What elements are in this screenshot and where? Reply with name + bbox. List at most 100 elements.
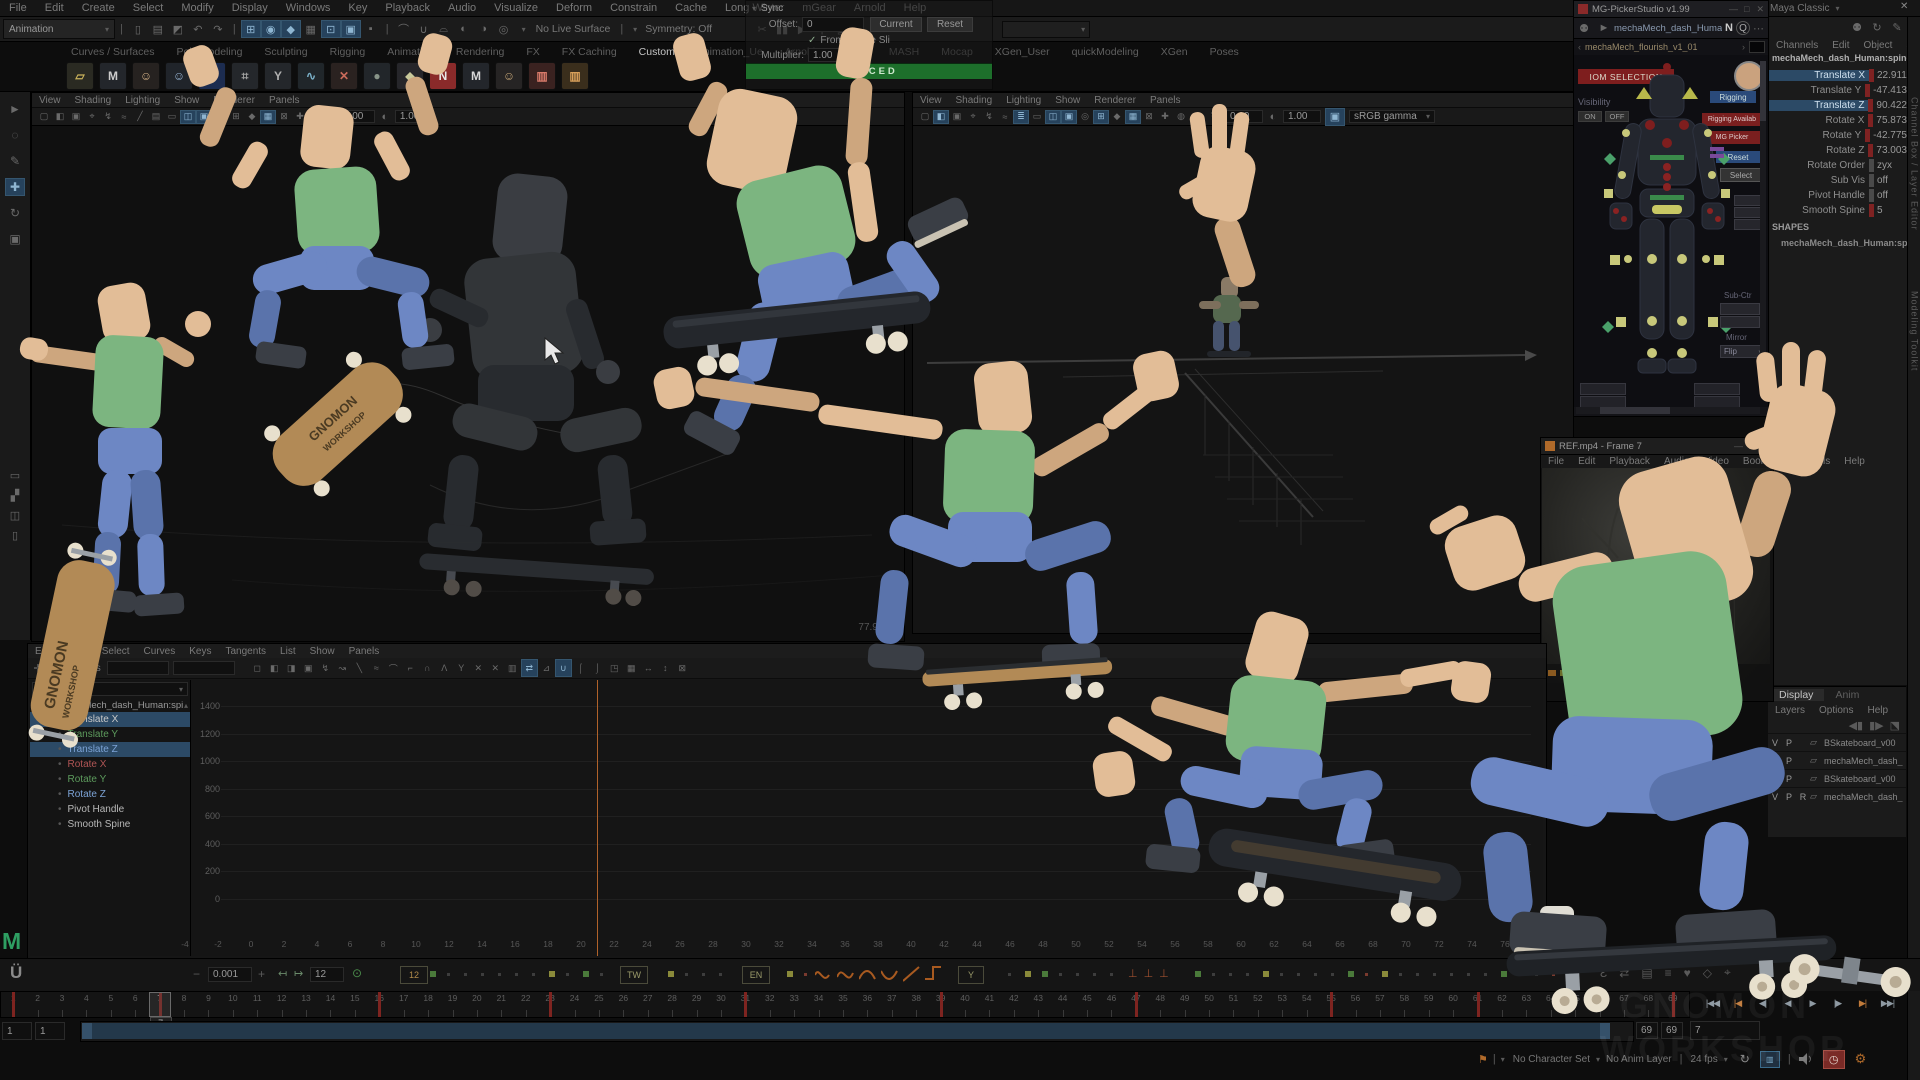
refresh-icon[interactable]: ↻ — [1205, 108, 1225, 126]
new-scene-icon[interactable]: ▯ — [128, 20, 148, 38]
undo-icon[interactable]: ↶ — [188, 20, 208, 38]
snap-view-icon[interactable]: ⊡ — [321, 20, 341, 38]
layout-outliner-icon[interactable]: ▯ — [5, 528, 25, 542]
viewport-icon[interactable]: ◆ — [1109, 110, 1125, 124]
ge-channel-pin-icon[interactable]: • — [58, 819, 62, 830]
ge-tool-icon[interactable]: ↝ — [334, 659, 351, 677]
animbot-dot-button[interactable] — [1484, 973, 1487, 976]
vp-right-menu-panels[interactable]: Panels — [1143, 95, 1188, 106]
shelf-tab-animation[interactable]: Animation — [376, 46, 445, 58]
ge-tool-icon[interactable]: ⊠ — [674, 659, 691, 677]
ge-tool-icon[interactable]: ∩ — [419, 659, 436, 677]
viewport-icon[interactable]: ↯ — [981, 110, 997, 124]
menubar-item-visualize[interactable]: Visualize — [485, 2, 547, 14]
viewport-icon[interactable]: ◫ — [180, 110, 196, 124]
ge-channel-row[interactable]: •Pivot Handle — [30, 802, 190, 817]
channel-box-row[interactable]: Rotate Y-42.775 — [1769, 128, 1907, 143]
animbot-dot-button[interactable] — [1042, 971, 1048, 977]
ge-channel-pin-icon[interactable]: • — [58, 744, 62, 755]
channel-value[interactable]: zyx — [1877, 160, 1892, 171]
viewport-icon[interactable]: ⊠ — [1141, 110, 1157, 124]
ref-menu-playback[interactable]: Playback — [1602, 456, 1657, 467]
viewport-icon[interactable]: ▦ — [260, 110, 276, 124]
symmetry-field[interactable]: Symmetry: Off — [645, 23, 712, 35]
animbot-dot-button[interactable] — [600, 973, 603, 976]
layer-new-icon[interactable]: ⬔ — [1890, 719, 1900, 732]
viewport-icon[interactable]: ⌖ — [965, 110, 981, 124]
vp-left-menu-view[interactable]: View — [32, 95, 68, 106]
ref-menu-help[interactable]: Help — [1837, 456, 1872, 467]
insert-keys-icon[interactable]: ⧉ — [48, 659, 68, 677]
layer-row[interactable]: VP▱mechaMech_dash_ — [1768, 751, 1906, 769]
animbot-dot-button[interactable] — [1399, 973, 1402, 976]
bookmark-icon[interactable]: ⚑ — [1478, 1053, 1488, 1066]
character-shelf-icon[interactable]: ☺ — [132, 62, 160, 90]
ge-tool-icon[interactable]: ⌠ — [572, 659, 589, 677]
status-dropdown[interactable]: ▾ — [1002, 21, 1090, 38]
animbot-dot-button[interactable] — [1348, 971, 1354, 977]
graph-area[interactable] — [191, 680, 1543, 956]
ge-tree-header[interactable]: mechaMech_dash_Human:spi — [55, 700, 183, 711]
channel-value[interactable]: off — [1877, 175, 1888, 186]
cursor-icon[interactable]: ► — [1594, 19, 1614, 37]
offset-field[interactable]: 0 — [802, 17, 864, 32]
channel-box-object-name[interactable]: mechaMech_dash_Human:spine — [1769, 53, 1907, 68]
menubar-item-audio[interactable]: Audio — [439, 2, 485, 14]
render-icon[interactable]: ◐ — [454, 20, 474, 38]
mirror-button[interactable] — [1580, 396, 1626, 407]
ge-menu-panels[interactable]: Panels — [342, 646, 387, 657]
viewport-icon[interactable]: ◆ — [244, 110, 260, 124]
layer-color-swatch[interactable]: ▱ — [1810, 791, 1824, 802]
channel-box-row[interactable]: Sub Visoff — [1769, 173, 1907, 188]
ge-playhead[interactable] — [597, 680, 598, 956]
vp-right-menu-shading[interactable]: Shading — [949, 95, 1000, 106]
move-tool-icon[interactable]: ✚ — [5, 178, 25, 196]
euler-icon[interactable]: Ɛ — [1600, 966, 1607, 980]
channel-box-menu-channels[interactable]: Channels — [1769, 40, 1825, 51]
n-shelf-icon[interactable]: N — [429, 62, 457, 90]
picker-mini-button[interactable] — [1734, 219, 1762, 230]
viewport-icon[interactable]: ▢ — [917, 110, 933, 124]
animbot-dot-button[interactable] — [1110, 973, 1113, 976]
mirror-button[interactable] — [1580, 383, 1626, 395]
shelf-tab-poly-modeling[interactable]: Poly Modeling — [165, 46, 253, 58]
vp-right-menu-view[interactable]: View — [913, 95, 949, 106]
ge-tool-icon[interactable]: Λ — [436, 659, 453, 677]
current-button[interactable]: Current — [870, 17, 922, 32]
sub-ctrl-field[interactable] — [1720, 316, 1760, 328]
ref-menu-video[interactable]: Video — [1697, 456, 1736, 467]
layer-menu-help[interactable]: Help — [1860, 705, 1895, 716]
layer-menu-layers[interactable]: Layers — [1768, 705, 1812, 716]
animbot-dot-button[interactable] — [719, 973, 722, 976]
channel-value[interactable]: off — [1877, 190, 1888, 201]
menubar-item-create[interactable]: Create — [73, 2, 124, 14]
viewport-icon[interactable]: ╱ — [132, 110, 148, 124]
color-managed-icon[interactable]: ▣ — [1325, 108, 1345, 126]
layer-row[interactable]: VPR▱mechaMech_dash_ — [1768, 787, 1906, 805]
move-keys-icon[interactable]: ✛ — [28, 659, 48, 677]
channel-box-menu-edit[interactable]: Edit — [1825, 40, 1856, 51]
animbot-frame-field[interactable]: 12 — [310, 967, 344, 982]
shelf-tab-sculpting[interactable]: Sculpting — [253, 46, 318, 58]
shelf-tab-curves-surfaces[interactable]: Curves / Surfaces — [60, 46, 165, 58]
ge-channel-row[interactable]: •Smooth Spine — [30, 817, 190, 832]
pencil-icon[interactable]: ✎ — [1887, 18, 1907, 36]
ge-menu-show[interactable]: Show — [303, 646, 342, 657]
animbot-dot-button[interactable] — [1535, 973, 1538, 976]
red-grid-shelf-icon[interactable]: ▥ — [528, 62, 556, 90]
ge-tool-icon[interactable]: ▦ — [623, 659, 640, 677]
viewport-left[interactable]: ViewShadingLightingShowRendererPanels ▢◧… — [31, 92, 905, 642]
menubar-item-cache[interactable]: Cache — [666, 2, 716, 14]
viewport-icon[interactable]: ↯ — [100, 110, 116, 124]
open-scene-icon[interactable]: ▤ — [148, 20, 168, 38]
layer-menu-options[interactable]: Options — [1812, 705, 1860, 716]
ge-menu-edit[interactable]: Edit — [28, 646, 59, 657]
layer-color-swatch[interactable]: ▱ — [1810, 773, 1824, 784]
ge-tool-icon[interactable]: ◻ — [249, 659, 266, 677]
animbot-curve-icon[interactable] — [837, 963, 855, 987]
animbot-dot-button[interactable] — [1229, 973, 1232, 976]
minimize-icon[interactable]: — — [1729, 4, 1738, 14]
animbot-curve-icon[interactable] — [903, 963, 921, 987]
channel-value[interactable]: 5 — [1877, 205, 1883, 216]
animbot-dot-button[interactable] — [1552, 973, 1555, 976]
